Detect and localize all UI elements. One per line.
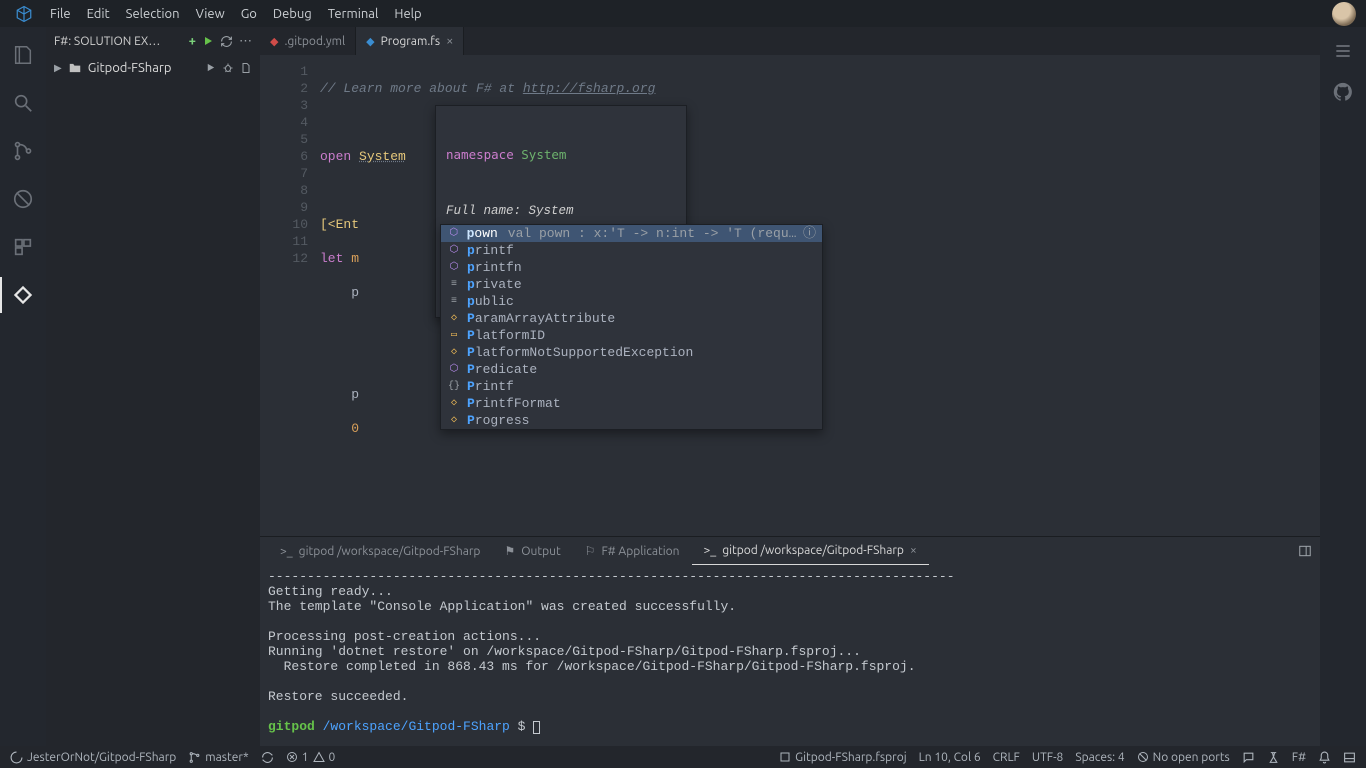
terminal-icon: >_: [280, 545, 293, 558]
github-icon[interactable]: [1332, 81, 1354, 103]
fsharp-view-icon[interactable]: [9, 281, 37, 309]
status-problems[interactable]: 1 0: [286, 751, 336, 764]
autocomplete-item[interactable]: {}Printf: [441, 378, 822, 395]
menu-bar: File Edit Selection View Go Debug Termin…: [0, 0, 1366, 27]
status-layout[interactable]: [1343, 751, 1356, 764]
outline-icon[interactable]: [1333, 41, 1353, 61]
menu-selection[interactable]: Selection: [118, 7, 188, 21]
tab-label: Program.fs: [381, 35, 440, 48]
status-spaces[interactable]: Spaces: 4: [1075, 751, 1124, 764]
run-item-icon[interactable]: [205, 62, 216, 74]
file-icon: ◆: [366, 35, 374, 48]
status-lncol[interactable]: Ln 10, Col 6: [919, 751, 981, 764]
sidebar-root-folder[interactable]: ▶ Gitpod-FSharp: [46, 55, 260, 81]
add-icon[interactable]: +: [189, 34, 196, 48]
editor-tabs: ◆ .gitpod.yml ◆ Program.fs ×: [260, 27, 1320, 55]
tab-gitpod-yml[interactable]: ◆ .gitpod.yml: [260, 27, 356, 55]
status-bar: JesterOrNot/Gitpod-FSharp master* 1 0 Gi…: [0, 746, 1366, 768]
sidebar-title: F#: SOLUTION EX…: [54, 35, 183, 48]
explorer-icon[interactable]: [9, 41, 37, 69]
autocomplete-item[interactable]: ◇ParamArrayAttribute: [441, 310, 822, 327]
autocomplete-item[interactable]: ≡public: [441, 293, 822, 310]
line-gutter: 123456789101112: [260, 55, 320, 536]
status-branch[interactable]: master*: [188, 751, 248, 764]
status-language[interactable]: F#: [1292, 751, 1306, 764]
autocomplete-item[interactable]: ⬡printf: [441, 242, 822, 259]
folder-icon: [68, 61, 82, 75]
status-project[interactable]: Gitpod-FSharp.fsproj: [779, 751, 907, 764]
status-bell[interactable]: [1318, 751, 1331, 764]
source-control-icon[interactable]: [9, 137, 37, 165]
app-logo[interactable]: [6, 5, 42, 23]
tab-program-fs[interactable]: ◆ Program.fs ×: [356, 27, 464, 55]
sidebar-header: F#: SOLUTION EX… + ⋯: [46, 27, 260, 55]
autocomplete-popup[interactable]: ⬡pownval pown : x:'T -> n:int -> 'T (req…: [440, 224, 823, 430]
autocomplete-item[interactable]: ▭PlatformID: [441, 327, 822, 344]
status-sync[interactable]: [261, 751, 274, 764]
menu-file[interactable]: File: [42, 7, 79, 21]
code-content[interactable]: // Learn more about F# at http://fsharp.…: [320, 55, 1320, 536]
extensions-icon[interactable]: [9, 233, 37, 261]
close-tab-icon[interactable]: ×: [446, 34, 453, 48]
search-icon[interactable]: [9, 89, 37, 117]
menu-help[interactable]: Help: [386, 7, 429, 21]
autocomplete-item[interactable]: ≡private: [441, 276, 822, 293]
chevron-right-icon: ▶: [54, 62, 62, 74]
more-icon[interactable]: ⋯: [239, 34, 252, 49]
menu-edit[interactable]: Edit: [79, 7, 118, 21]
sidebar-root-label: Gitpod-FSharp: [88, 61, 172, 75]
status-encoding[interactable]: UTF-8: [1032, 751, 1063, 764]
new-file-icon[interactable]: [240, 62, 252, 74]
autocomplete-item[interactable]: ◇PlatformNotSupportedException: [441, 344, 822, 361]
autocomplete-item[interactable]: ⬡pownval pown : x:'T -> n:int -> 'T (req…: [441, 225, 822, 242]
status-repo[interactable]: JesterOrNot/Gitpod-FSharp: [10, 751, 176, 764]
autocomplete-item[interactable]: ◇PrintfFormat: [441, 395, 822, 412]
autocomplete-item[interactable]: ⬡Predicate: [441, 361, 822, 378]
sidebar: F#: SOLUTION EX… + ⋯ ▶ Gitpod-FSharp: [46, 27, 260, 746]
run-icon[interactable]: [202, 35, 214, 47]
user-avatar[interactable]: [1332, 2, 1356, 26]
status-ports[interactable]: No open ports: [1137, 751, 1230, 764]
right-activity-bar: [1320, 27, 1366, 746]
debug-item-icon[interactable]: [222, 62, 234, 74]
autocomplete-item[interactable]: ⬡printfn: [441, 259, 822, 276]
activity-bar: [0, 27, 46, 746]
autocomplete-item[interactable]: ◇Progress: [441, 412, 822, 429]
tab-label: .gitpod.yml: [284, 35, 345, 48]
status-timer[interactable]: [1267, 751, 1280, 764]
menu-terminal[interactable]: Terminal: [320, 7, 387, 21]
debug-icon[interactable]: [9, 185, 37, 213]
code-editor[interactable]: 123456789101112 // Learn more about F# a…: [260, 55, 1320, 536]
file-icon: ◆: [270, 35, 278, 48]
menu-go[interactable]: Go: [233, 7, 265, 21]
menu-view[interactable]: View: [188, 7, 233, 21]
refresh-icon[interactable]: [220, 35, 233, 48]
status-eol[interactable]: CRLF: [993, 751, 1020, 764]
editor-area: ◆ .gitpod.yml ◆ Program.fs × 12345678910…: [260, 27, 1320, 746]
status-feedback[interactable]: [1242, 751, 1255, 764]
menu-debug[interactable]: Debug: [265, 7, 320, 21]
